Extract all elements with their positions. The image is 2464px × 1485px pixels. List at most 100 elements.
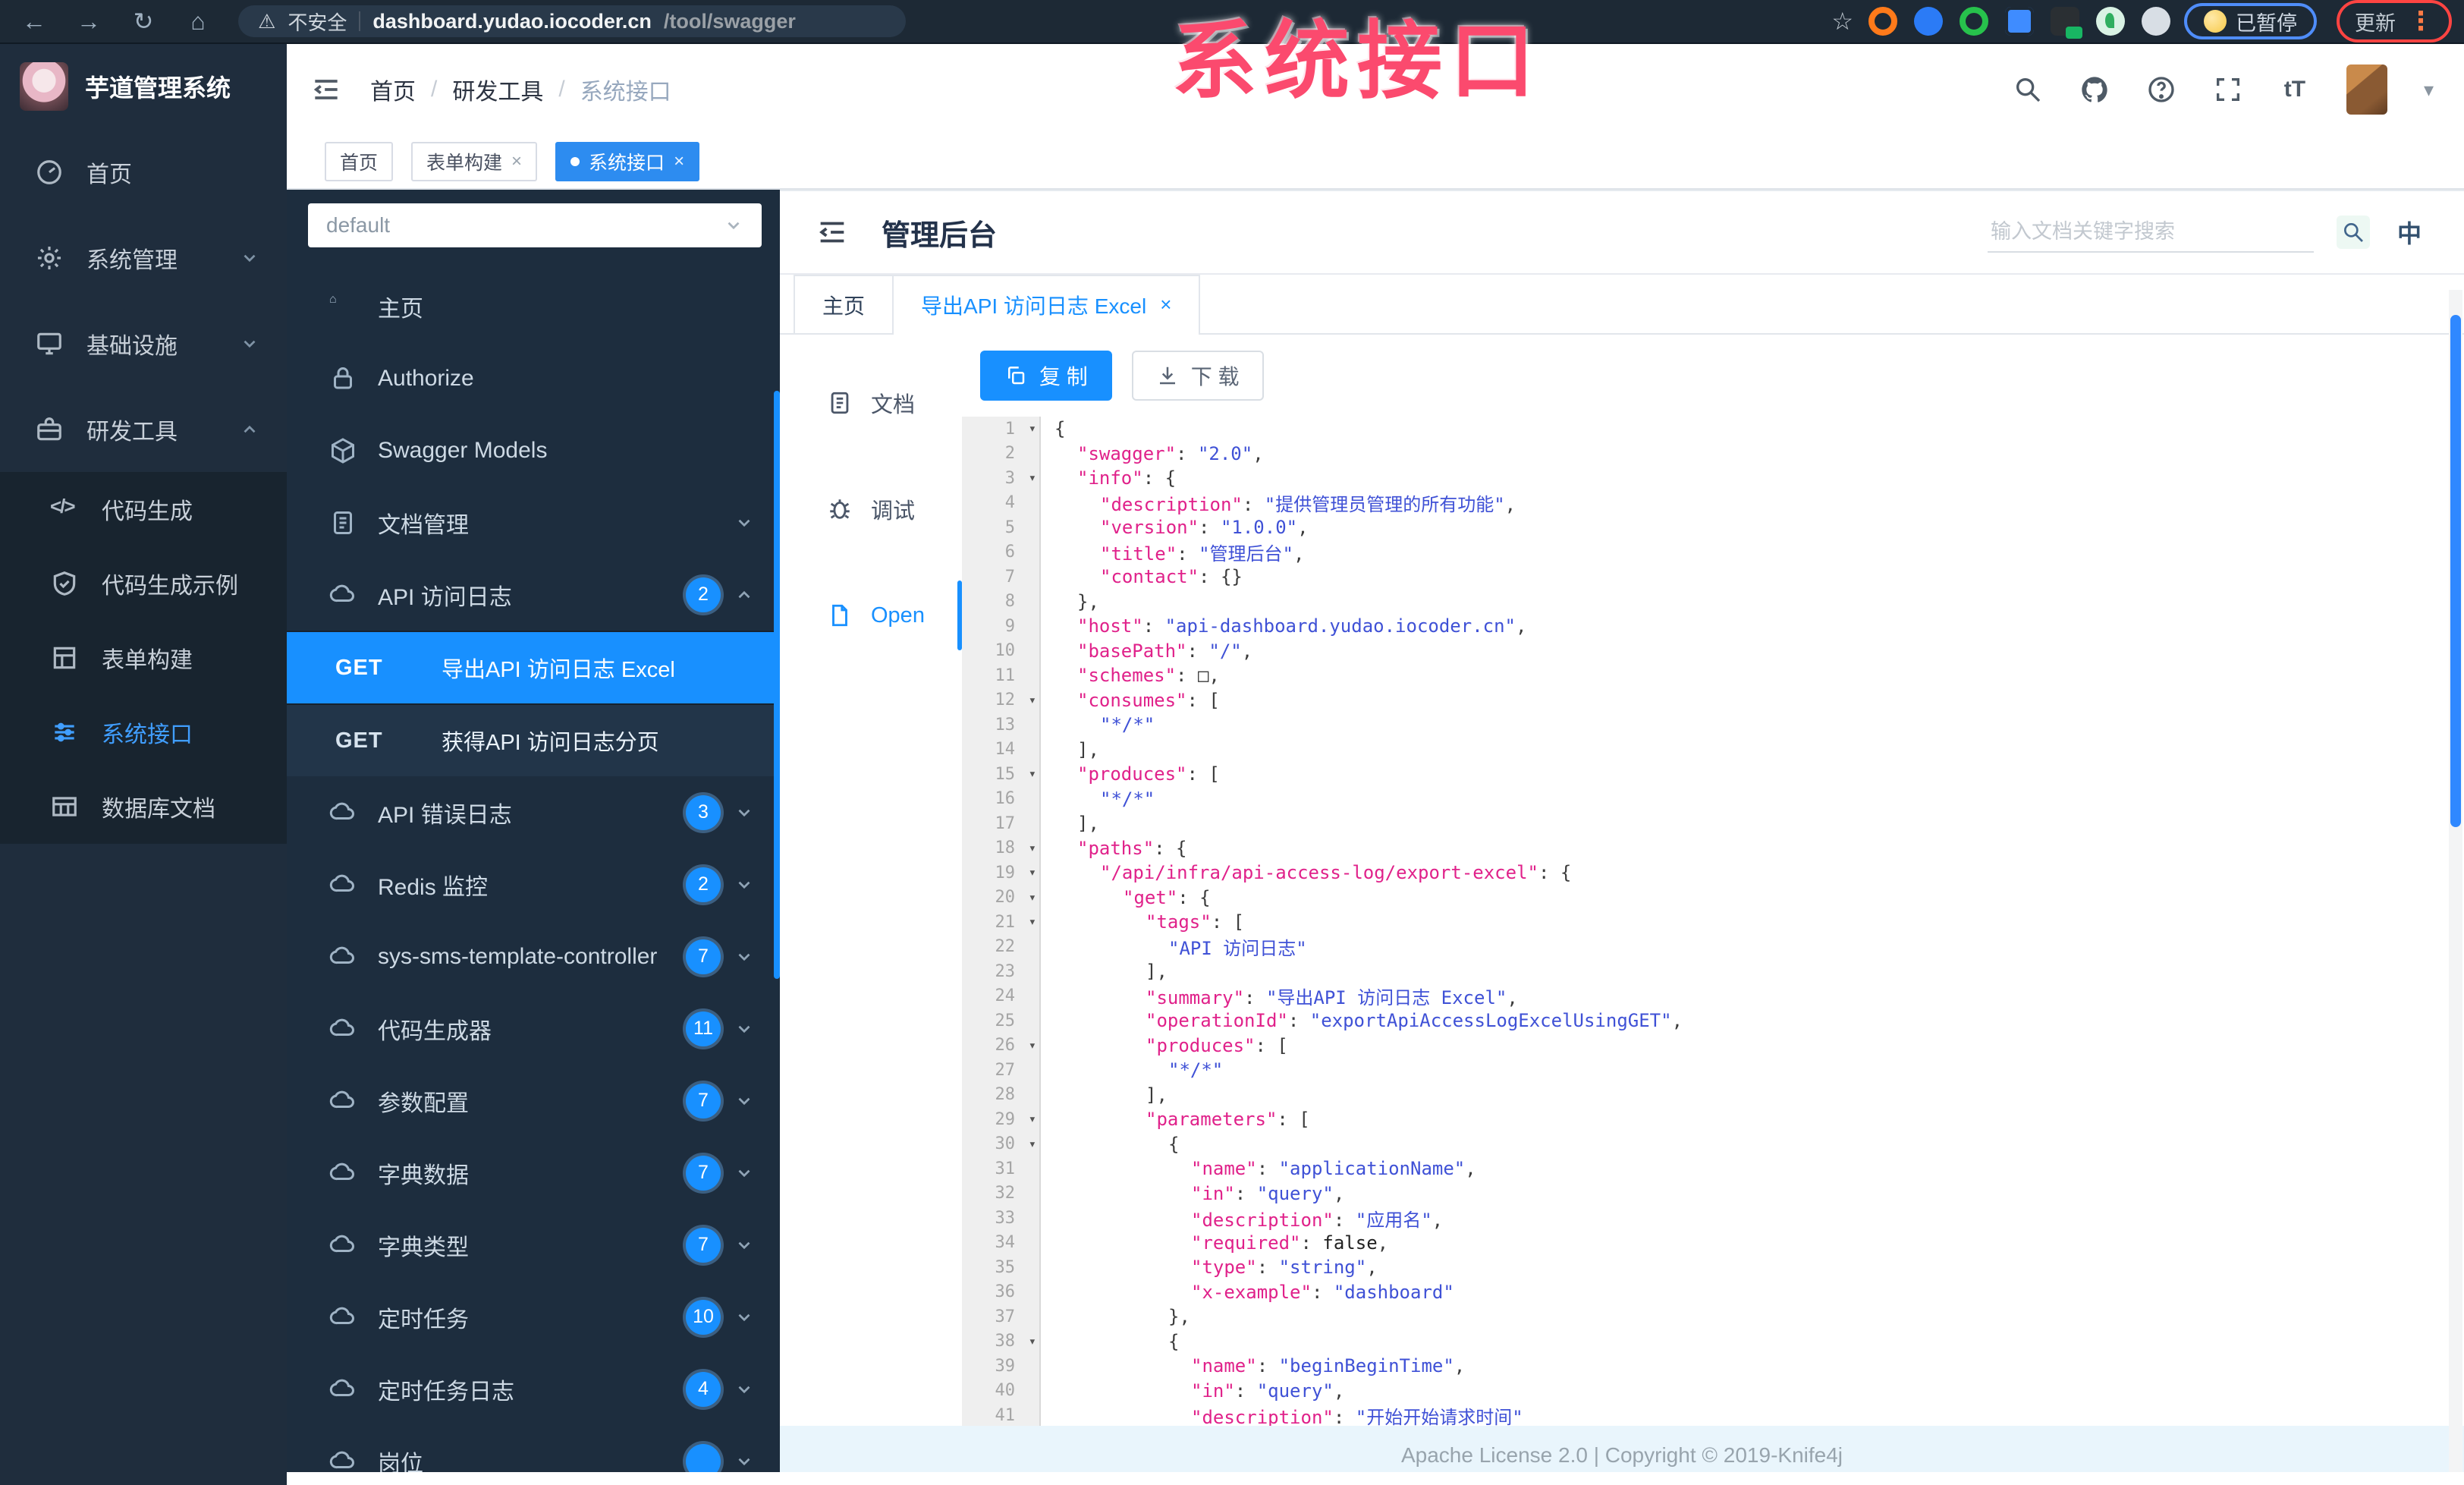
reload-icon[interactable]: ↻ [121,5,165,38]
fold-arrow-icon[interactable]: ▾ [1029,470,1036,486]
swagger-menu-item[interactable]: 定时任务 10 [287,1281,780,1353]
breadcrumb-item[interactable]: 首页 [370,73,416,106]
swagger-menu-item[interactable]: API 访问日志 2 [287,558,780,631]
sidebar-item-代码生成示例[interactable]: 代码生成示例 [0,546,287,621]
api-operation[interactable]: GET 导出API 访问日志 Excel [287,631,780,703]
extension-drop-blue[interactable] [1914,7,1943,36]
search-icon[interactable] [2336,216,2370,249]
fold-arrow-icon[interactable]: ▾ [1029,865,1036,880]
extension-dev-badge[interactable] [2051,7,2082,39]
api-group-select[interactable]: default [308,203,762,247]
swagger-menu-item[interactable]: Swagger Models [287,414,780,486]
menu-fold-icon[interactable] [815,215,850,250]
github-icon[interactable] [2079,74,2110,105]
fold-arrow-icon[interactable]: ▾ [1029,914,1036,930]
swagger-menu-item[interactable]: API 错误日志 3 [287,776,780,848]
api-icon [329,871,357,898]
panel-scrollbar[interactable] [774,391,780,979]
browser-menu-icon[interactable]: ⋮ [2403,6,2438,36]
paused-extension-pill[interactable]: 已暂停 [2184,3,2317,39]
code-text: "parameters": [ [1146,1109,1310,1131]
font-size-icon[interactable]: tT [2280,74,2310,105]
sidebar-item-label: 表单构建 [102,648,193,673]
sidebar-item-基础设施[interactable]: 基础设施 [0,300,287,386]
code-line: 33 "description": "应用名", [962,1206,2464,1231]
collapse-menu-icon[interactable] [310,73,343,106]
browser-update-button[interactable]: 更新 ⋮ [2337,0,2452,42]
swagger-menu-item[interactable]: 代码生成器 11 [287,993,780,1065]
doc-tab[interactable]: 导出API 访问日志 Excel × [892,275,1201,335]
extension-paw-white[interactable] [2142,7,2170,36]
fold-arrow-icon[interactable]: ▾ [1029,1112,1036,1127]
swagger-menu-item[interactable]: Authorize [287,342,780,414]
sidebar-item-首页[interactable]: 首页 [0,129,287,215]
tag-tab[interactable]: 首页 [325,142,394,181]
forward-icon[interactable]: → [67,5,111,38]
sidebar-item-研发工具[interactable]: 研发工具 [0,386,287,472]
sidebar-item-代码生成[interactable]: </> 代码生成 [0,472,287,546]
fold-arrow-icon[interactable]: ▾ [1029,693,1036,708]
code-editor[interactable]: 1 ▾ {2 "swagger": "2.0", 3 ▾ "info": {4 "descri… [962,417,2464,1426]
swagger-menu-item[interactable]: Redis 监控 2 [287,848,780,920]
back-icon[interactable]: ← [12,5,56,38]
fold-arrow-icon[interactable]: ▾ [1029,890,1036,905]
fold-arrow-icon[interactable]: ▾ [1029,1137,1036,1152]
extension-ring-green[interactable] [1960,7,1988,36]
sidebar-item-系统接口[interactable]: 系统接口 [0,695,287,769]
fold-arrow-icon[interactable]: ▾ [1029,1038,1036,1053]
fold-arrow-icon[interactable]: ▾ [1029,1334,1036,1349]
rail-item-调试[interactable]: 调试 [780,456,962,562]
line-number: 35 [995,1257,1016,1277]
extension-grid-blue[interactable] [2005,7,2034,36]
code-line: 28], [962,1083,2464,1108]
rail-item-Open[interactable]: Open [780,562,962,669]
fullscreen-icon[interactable] [2213,74,2243,105]
fold-arrow-icon[interactable]: ▾ [1029,766,1036,782]
fold-arrow-icon[interactable]: ▾ [1029,421,1036,436]
doc-tab[interactable]: 主页 [794,275,894,333]
breadcrumb-item[interactable]: 研发工具 [452,73,543,106]
swagger-menu-item[interactable]: 定时任务日志 4 [287,1353,780,1425]
extension-ring-orange[interactable] [1868,7,1897,36]
extension-leaf-green[interactable] [2096,7,2125,36]
swagger-menu-item[interactable]: 文档管理 [287,486,780,558]
address-bar[interactable]: ⚠ 不安全 dashboard.yudao.iocoder.cn /tool/s… [238,5,906,37]
download-button[interactable]: 下 载 [1131,351,1264,401]
help-icon[interactable] [2146,74,2176,105]
rail-item-文档[interactable]: 文档 [780,350,962,456]
doc-search-input[interactable] [1987,212,2314,253]
copy-button[interactable]: 复 制 [980,351,1112,401]
tag-tab[interactable]: 表单构建 × [411,142,538,181]
code-line: 19 ▾ "/api/infra/api-access-log/export-exc… [962,860,2464,886]
fold-arrow-icon[interactable]: ▾ [1029,841,1036,856]
page-scrollbar-thumb[interactable] [2450,315,2461,827]
line-number: 38 ▾ [995,1332,1037,1351]
user-avatar[interactable] [2346,64,2387,115]
tag-tab[interactable]: 系统接口 × [555,142,700,181]
home-icon[interactable]: ⌂ [176,5,220,38]
sidebar-item-系统管理[interactable]: 系统管理 [0,215,287,300]
sidebar-item-表单构建[interactable]: 表单构建 [0,621,287,695]
sidebar-item-数据库文档[interactable]: 数据库文档 [0,769,287,844]
api-operation[interactable]: GET 获得API 访问日志分页 [287,703,780,776]
close-icon[interactable]: × [674,151,684,172]
chevron-down-icon[interactable]: ▾ [2424,78,2434,102]
code-line: 10 "basePath": "/", [962,639,2464,664]
sidebar-item-label: 首页 [86,162,132,187]
swagger-menu-label: 字典数据 [378,1163,469,1188]
line-number: 17 [995,813,1016,833]
swagger-menu-item[interactable]: sys-sms-template-controller 7 [287,920,780,993]
swagger-menu-item[interactable]: 字典数据 7 [287,1137,780,1209]
close-icon[interactable]: × [1160,293,1171,316]
paused-label: 已暂停 [2236,11,2297,35]
swagger-menu-item[interactable]: 字典类型 7 [287,1209,780,1281]
sidebar-item-label: 系统管理 [86,247,178,273]
line-number: 5 [1004,518,1015,537]
search-icon[interactable] [2013,74,2043,105]
swagger-menu-item[interactable]: 参数配置 7 [287,1065,780,1137]
close-icon[interactable]: × [511,151,522,172]
lock-icon [329,365,357,392]
swagger-menu-item[interactable]: ⌂ 主页 [287,270,780,342]
language-toggle-icon[interactable]: 中 [2397,215,2422,250]
bookmark-star-icon[interactable]: ☆ [1831,7,1853,36]
